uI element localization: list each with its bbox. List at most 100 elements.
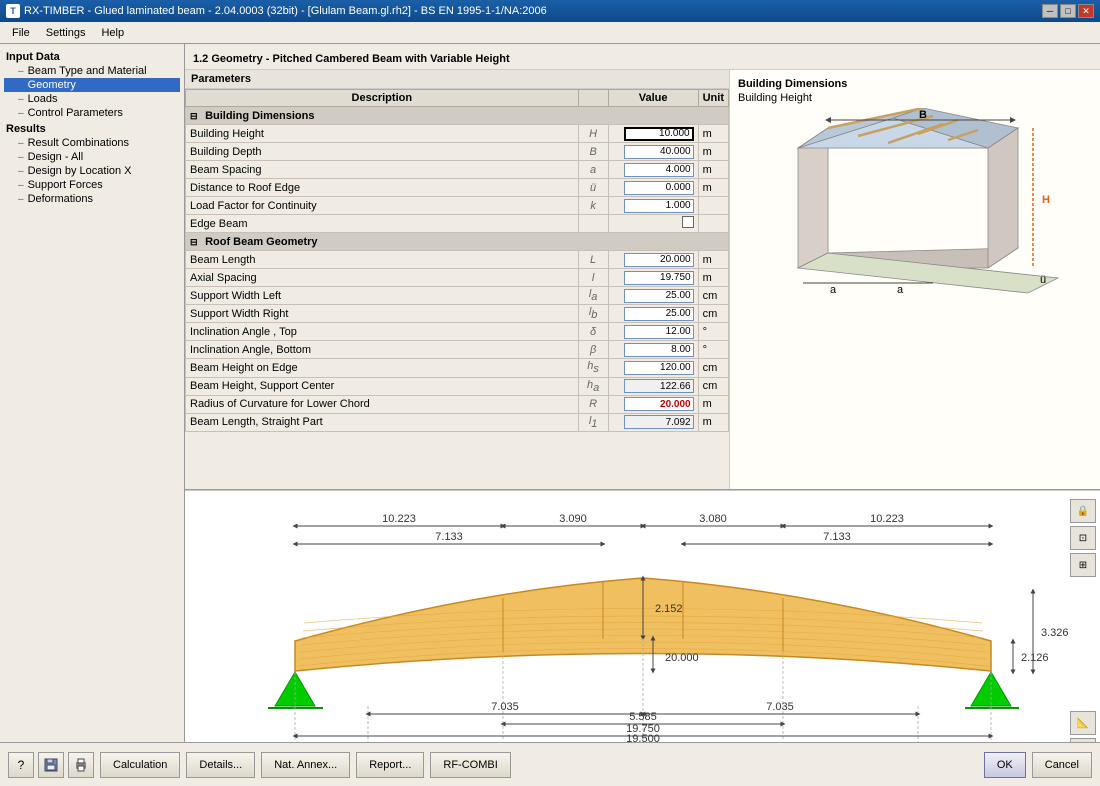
sidebar-item-geometry[interactable]: Geometry	[4, 78, 180, 92]
content-header-text: 1.2 Geometry - Pitched Cambered Beam wit…	[193, 53, 510, 65]
menu-help[interactable]: Help	[93, 25, 132, 41]
cell-support-right-sym: lb	[578, 305, 608, 323]
cell-building-depth-val	[608, 143, 698, 161]
beam-spacing-input[interactable]	[624, 163, 694, 177]
axial-spacing-input[interactable]	[624, 271, 694, 285]
building-3d-svg: B a a H ü	[738, 108, 1078, 398]
close-button[interactable]: ✕	[1078, 4, 1094, 18]
minimize-button[interactable]: ─	[1042, 4, 1058, 18]
zoom-fit-button[interactable]: ⊡	[1070, 526, 1096, 550]
edge-beam-checkbox[interactable]	[682, 216, 694, 228]
height-edge-input[interactable]	[624, 361, 694, 375]
cell-dist-roof-unit: m	[698, 179, 728, 197]
lock-view-button[interactable]: 🔒	[1070, 499, 1096, 523]
cell-incl-top-unit: °	[698, 323, 728, 341]
measure-button[interactable]: 📐	[1070, 711, 1096, 735]
cell-edge-beam-val	[608, 215, 698, 233]
height-support-input	[624, 379, 694, 393]
table-row: Building Height H m	[186, 125, 729, 143]
radius-input[interactable]	[624, 397, 694, 411]
roof-beam-label: Roof Beam Geometry	[205, 236, 317, 248]
cell-building-depth-unit: m	[698, 143, 728, 161]
dist-roof-input[interactable]	[624, 181, 694, 195]
cell-dist-roof-sym: ü	[578, 179, 608, 197]
incl-top-input[interactable]	[624, 325, 694, 339]
incl-bottom-input[interactable]	[624, 343, 694, 357]
cell-incl-top-val	[608, 323, 698, 341]
details-button[interactable]: Details...	[186, 752, 255, 778]
sidebar-item-deformations[interactable]: Deformations	[4, 192, 180, 206]
svg-text:a: a	[897, 284, 904, 296]
cell-incl-top-desc: Inclination Angle , Top	[186, 323, 579, 341]
sidebar-item-beam-type[interactable]: Beam Type and Material	[4, 64, 180, 78]
params-table-wrap[interactable]: Description Value Unit ⊟ Bu	[185, 89, 729, 489]
cell-support-left-desc: Support Width Left	[186, 287, 579, 305]
maximize-button[interactable]: □	[1060, 4, 1076, 18]
cell-beam-length-val	[608, 251, 698, 269]
save-icon-button[interactable]	[38, 752, 64, 778]
cell-axial-spacing-val	[608, 269, 698, 287]
menu-settings[interactable]: Settings	[38, 25, 94, 41]
building-diagram-title: Building Dimensions	[738, 78, 1092, 90]
cell-building-height-sym: H	[578, 125, 608, 143]
title-bar-left: T RX-TIMBER - Glued laminated beam - 2.0…	[6, 4, 547, 18]
cell-height-edge-val	[608, 359, 698, 377]
table-row: Axial Spacing l m	[186, 269, 729, 287]
report-button[interactable]: Report...	[356, 752, 424, 778]
support-right-input[interactable]	[624, 307, 694, 321]
collapse-roof-icon[interactable]: ⊟	[190, 237, 200, 248]
params-table: Description Value Unit ⊟ Bu	[185, 89, 729, 432]
sidebar-item-support-forces[interactable]: Support Forces	[4, 178, 180, 192]
support-left-input[interactable]	[624, 289, 694, 303]
menu-file[interactable]: File	[4, 25, 38, 41]
sidebar-item-design-all[interactable]: Design - All	[4, 150, 180, 164]
calculation-button[interactable]: Calculation	[100, 752, 180, 778]
beam-length-input[interactable]	[624, 253, 694, 267]
cell-beam-spacing-unit: m	[698, 161, 728, 179]
print-icon-button[interactable]	[68, 752, 94, 778]
cell-radius-unit: m	[698, 395, 728, 413]
building-height-input[interactable]	[624, 127, 694, 141]
table-row: Building Depth B m	[186, 143, 729, 161]
cell-height-edge-sym: hs	[578, 359, 608, 377]
table-row: Beam Length, Straight Part l1 m	[186, 413, 729, 431]
sidebar-item-control-params[interactable]: Control Parameters	[4, 106, 180, 120]
svg-text:5.585: 5.585	[629, 711, 657, 723]
zoom-reset-button[interactable]: ⊞	[1070, 553, 1096, 577]
cell-beam-spacing-val	[608, 161, 698, 179]
sidebar-label-result-combinations: Result Combinations	[28, 137, 130, 149]
cell-load-factor-val	[608, 197, 698, 215]
menu-bar: File Settings Help	[0, 22, 1100, 44]
svg-text:10.223: 10.223	[870, 513, 904, 525]
title-controls[interactable]: ─ □ ✕	[1042, 4, 1094, 18]
cell-incl-bottom-unit: °	[698, 341, 728, 359]
sidebar-item-design-location[interactable]: Design by Location X	[4, 164, 180, 178]
sidebar-item-result-combinations[interactable]: Result Combinations	[4, 136, 180, 150]
cell-radius-desc: Radius of Curvature for Lower Chord	[186, 395, 579, 413]
col-sym	[578, 90, 608, 107]
sidebar: Input Data Beam Type and Material Geomet…	[0, 44, 185, 742]
cell-support-left-unit: cm	[698, 287, 728, 305]
building-depth-input[interactable]	[624, 145, 694, 159]
nat-annex-button[interactable]: Nat. Annex...	[261, 752, 350, 778]
cell-edge-beam-unit	[698, 215, 728, 233]
rf-combi-button[interactable]: RF-COMBI	[430, 752, 510, 778]
beam-svg-container: 10.223 3.090 3.080 10.223 7.	[185, 491, 1100, 742]
svg-text:7.035: 7.035	[491, 701, 519, 713]
magnify-button[interactable]: 🔍	[1070, 738, 1096, 742]
cell-support-left-sym: la	[578, 287, 608, 305]
cell-beam-spacing-desc: Beam Spacing	[186, 161, 579, 179]
table-row: Support Width Left la cm	[186, 287, 729, 305]
col-value: Value	[608, 90, 698, 107]
sidebar-item-loads[interactable]: Loads	[4, 92, 180, 106]
table-row: Edge Beam	[186, 215, 729, 233]
top-panel: Parameters Description Value Unit	[185, 70, 1100, 490]
help-icon-button[interactable]: ?	[8, 752, 34, 778]
load-factor-input[interactable]	[624, 199, 694, 213]
cell-support-right-val	[608, 305, 698, 323]
cancel-button[interactable]: Cancel	[1032, 752, 1092, 778]
cell-straight-length-sym: l1	[578, 413, 608, 431]
collapse-building-icon[interactable]: ⊟	[190, 111, 200, 122]
ok-button[interactable]: OK	[984, 752, 1026, 778]
cell-building-depth-desc: Building Depth	[186, 143, 579, 161]
